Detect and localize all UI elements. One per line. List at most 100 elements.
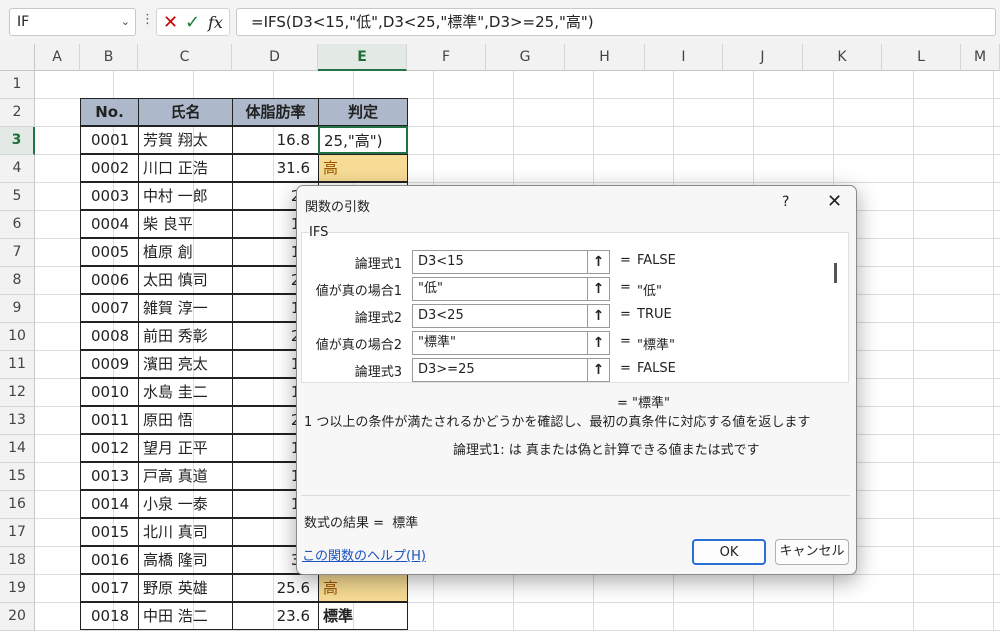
table-cell[interactable]: 0008 bbox=[80, 322, 139, 350]
row-header-9[interactable]: 9 bbox=[0, 295, 35, 323]
column-header-d[interactable]: D bbox=[232, 44, 318, 71]
row-header-16[interactable]: 16 bbox=[0, 491, 35, 519]
chevron-down-icon[interactable]: ⌄ bbox=[121, 9, 130, 35]
enter-check-icon[interactable]: ✓ bbox=[185, 12, 200, 33]
table-cell[interactable]: 雑賀 淳一 bbox=[138, 294, 233, 322]
row-header-12[interactable]: 12 bbox=[0, 379, 35, 407]
insert-function-icon[interactable]: fx bbox=[208, 13, 223, 32]
table-cell[interactable]: 0007 bbox=[80, 294, 139, 322]
table-cell[interactable]: 0003 bbox=[80, 182, 139, 210]
column-header-e[interactable]: E bbox=[318, 44, 407, 71]
table-cell[interactable]: 水島 圭二 bbox=[138, 378, 233, 406]
row-header-3[interactable]: 3 bbox=[0, 127, 35, 155]
row-header-20[interactable]: 20 bbox=[0, 603, 35, 631]
column-header-g[interactable]: G bbox=[486, 44, 565, 71]
column-header-j[interactable]: J bbox=[723, 44, 803, 71]
cancel-button[interactable]: キャンセル bbox=[775, 539, 849, 565]
name-box[interactable]: IF ⌄ bbox=[9, 8, 136, 36]
argument-input[interactable]: "標準" ↑ bbox=[412, 331, 610, 355]
row-header-14[interactable]: 14 bbox=[0, 435, 35, 463]
cancel-icon[interactable]: ✕ bbox=[163, 12, 178, 33]
collapse-dialog-icon[interactable]: ↑ bbox=[587, 278, 609, 300]
column-header-f[interactable]: F bbox=[407, 44, 486, 71]
argument-input[interactable]: "低" ↑ bbox=[412, 277, 610, 301]
row-header-13[interactable]: 13 bbox=[0, 407, 35, 435]
row-header-4[interactable]: 4 bbox=[0, 155, 35, 183]
scrollbar-thumb[interactable] bbox=[834, 263, 837, 283]
table-cell[interactable]: 0014 bbox=[80, 490, 139, 518]
table-cell[interactable]: 前田 秀彰 bbox=[138, 322, 233, 350]
row-header-2[interactable]: 2 bbox=[0, 99, 35, 127]
row-header-8[interactable]: 8 bbox=[0, 267, 35, 295]
table-cell[interactable]: 太田 慎司 bbox=[138, 266, 233, 294]
collapse-dialog-icon[interactable]: ↑ bbox=[587, 305, 609, 327]
collapse-dialog-icon[interactable]: ↑ bbox=[587, 332, 609, 354]
table-cell[interactable]: 25.6 bbox=[232, 574, 319, 602]
row-header-19[interactable]: 19 bbox=[0, 575, 35, 603]
row-header-5[interactable]: 5 bbox=[0, 183, 35, 211]
table-cell[interactable]: 高 bbox=[318, 574, 408, 602]
column-header-m[interactable]: M bbox=[961, 44, 1000, 71]
table-cell[interactable]: 高 bbox=[318, 154, 408, 182]
argument-input[interactable]: D3<15 ↑ bbox=[412, 250, 610, 274]
table-cell[interactable]: 野原 英雄 bbox=[138, 574, 233, 602]
table-cell[interactable]: 戸高 真道 bbox=[138, 462, 233, 490]
row-header-6[interactable]: 6 bbox=[0, 211, 35, 239]
table-cell[interactable]: 31.6 bbox=[232, 154, 319, 182]
table-cell[interactable]: 望月 正平 bbox=[138, 434, 233, 462]
table-cell[interactable]: 23.6 bbox=[232, 602, 319, 630]
column-header-b[interactable]: B bbox=[80, 44, 138, 71]
collapse-dialog-icon[interactable]: ↑ bbox=[587, 359, 609, 381]
argument-input[interactable]: D3<25 ↑ bbox=[412, 304, 610, 328]
collapse-dialog-icon[interactable]: ↑ bbox=[587, 251, 609, 273]
table-cell[interactable]: 0005 bbox=[80, 238, 139, 266]
argument-input[interactable]: D3>=25 ↑ bbox=[412, 358, 610, 382]
table-cell[interactable]: 0011 bbox=[80, 406, 139, 434]
column-header-a[interactable]: A bbox=[35, 44, 80, 71]
row-header-7[interactable]: 7 bbox=[0, 239, 35, 267]
active-cell[interactable]: 25,"高") bbox=[318, 126, 408, 154]
table-cell[interactable]: 0009 bbox=[80, 350, 139, 378]
more-options-icon[interactable]: ⋮ bbox=[141, 12, 154, 27]
table-cell[interactable]: 0002 bbox=[80, 154, 139, 182]
select-all-corner[interactable] bbox=[0, 44, 35, 71]
table-cell[interactable]: 原田 悟 bbox=[138, 406, 233, 434]
table-cell[interactable]: 川口 正浩 bbox=[138, 154, 233, 182]
row-header-11[interactable]: 11 bbox=[0, 351, 35, 379]
help-link[interactable]: この関数のヘルプ(H) bbox=[302, 545, 426, 564]
table-cell[interactable]: 中村 一郎 bbox=[138, 182, 233, 210]
table-cell[interactable]: 植原 創 bbox=[138, 238, 233, 266]
column-header-i[interactable]: I bbox=[645, 44, 723, 71]
row-header-17[interactable]: 17 bbox=[0, 519, 35, 547]
table-cell[interactable]: 濱田 亮太 bbox=[138, 350, 233, 378]
table-cell[interactable]: 高橋 隆司 bbox=[138, 546, 233, 574]
table-cell[interactable]: 小泉 一泰 bbox=[138, 490, 233, 518]
row-header-10[interactable]: 10 bbox=[0, 323, 35, 351]
column-header-h[interactable]: H bbox=[565, 44, 645, 71]
column-header-k[interactable]: K bbox=[803, 44, 882, 71]
table-cell[interactable]: 0015 bbox=[80, 518, 139, 546]
row-header-18[interactable]: 18 bbox=[0, 547, 35, 575]
table-cell[interactable]: 0016 bbox=[80, 546, 139, 574]
table-cell[interactable]: 芳賀 翔太 bbox=[138, 126, 233, 154]
table-cell[interactable]: 標準 bbox=[318, 602, 408, 630]
table-cell[interactable]: 0001 bbox=[80, 126, 139, 154]
table-cell[interactable]: 0012 bbox=[80, 434, 139, 462]
formula-input[interactable]: =IFS(D3<15,"低",D3<25,"標準",D3>=25,"高") bbox=[236, 8, 996, 36]
ok-button[interactable]: OK bbox=[692, 539, 766, 565]
table-cell[interactable]: 0013 bbox=[80, 462, 139, 490]
close-icon[interactable]: ✕ bbox=[827, 191, 842, 212]
table-cell[interactable]: 柴 良平 bbox=[138, 210, 233, 238]
row-header-1[interactable]: 1 bbox=[0, 71, 35, 99]
row-header-15[interactable]: 15 bbox=[0, 463, 35, 491]
table-cell[interactable]: 0004 bbox=[80, 210, 139, 238]
column-header-l[interactable]: L bbox=[882, 44, 961, 71]
column-header-c[interactable]: C bbox=[138, 44, 232, 71]
table-cell[interactable]: 16.8 bbox=[232, 126, 319, 154]
table-cell[interactable]: 0010 bbox=[80, 378, 139, 406]
table-cell[interactable]: 0017 bbox=[80, 574, 139, 602]
table-cell[interactable]: 0006 bbox=[80, 266, 139, 294]
table-cell[interactable]: 0018 bbox=[80, 602, 139, 630]
help-question-icon[interactable]: ? bbox=[782, 194, 789, 210]
table-cell[interactable]: 北川 真司 bbox=[138, 518, 233, 546]
